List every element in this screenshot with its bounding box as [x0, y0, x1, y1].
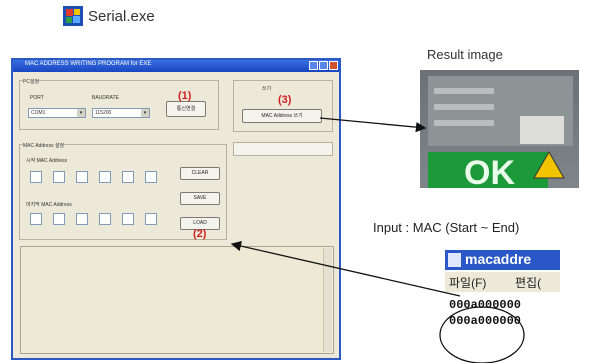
arrow-to-result	[319, 117, 427, 133]
highlight-circle	[439, 306, 525, 363]
arrow-to-load	[230, 240, 461, 297]
connector-overlay	[230, 117, 525, 363]
